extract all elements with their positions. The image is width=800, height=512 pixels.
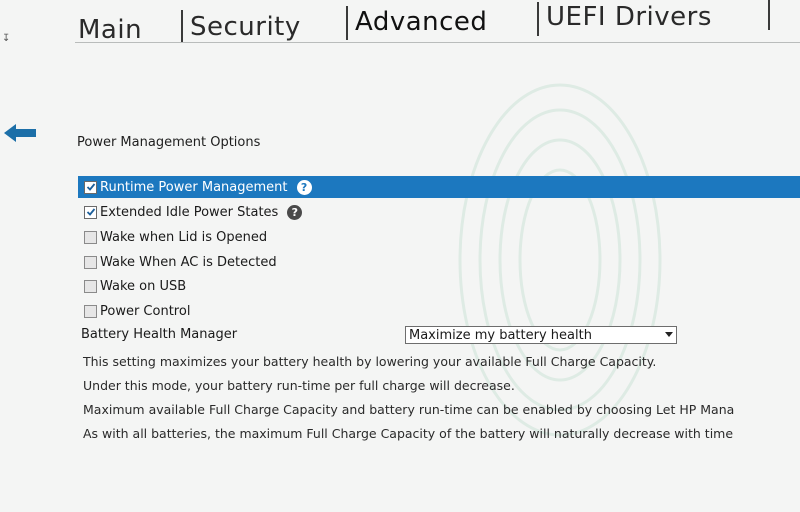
checkbox[interactable] <box>84 180 97 194</box>
option-extended-idle-power-states[interactable]: Extended Idle Power States ? <box>78 201 800 223</box>
edge-mark: ↧ <box>2 33 11 44</box>
option-label: Wake When AC is Detected <box>100 254 277 270</box>
description-line: Under this mode, your battery run-time p… <box>83 378 515 393</box>
tab-underline <box>75 42 800 43</box>
option-label: Wake when Lid is Opened <box>100 229 268 245</box>
option-wake-on-usb[interactable]: Wake on USB <box>78 275 800 297</box>
description-line: As with all batteries, the maximum Full … <box>83 426 734 441</box>
section-title: Power Management Options <box>77 135 261 150</box>
back-button[interactable] <box>2 121 38 145</box>
option-label: Runtime Power Management <box>100 179 288 195</box>
option-label: Wake on USB <box>100 278 187 294</box>
checkbox[interactable] <box>84 279 97 293</box>
checkmark-icon <box>86 183 95 191</box>
checkbox[interactable] <box>84 255 97 269</box>
option-power-control[interactable]: Power Control <box>78 300 800 322</box>
dropdown-value: Maximize my battery health <box>409 327 592 343</box>
checkmark-icon <box>86 208 95 216</box>
option-label: Power Control <box>100 303 191 319</box>
tab-separator <box>346 6 348 40</box>
tab-bar: Main Security Advanced UEFI Drivers <box>0 0 800 50</box>
battery-health-manager-dropdown[interactable]: Maximize my battery health <box>405 326 677 344</box>
option-wake-when-lid-opened[interactable]: Wake when Lid is Opened <box>78 226 800 248</box>
tab-advanced[interactable]: Advanced <box>355 7 487 37</box>
checkbox[interactable] <box>84 230 97 244</box>
tab-security[interactable]: Security <box>190 12 301 42</box>
option-wake-when-ac-detected[interactable]: Wake When AC is Detected <box>78 251 800 273</box>
option-runtime-power-management[interactable]: Runtime Power Management ? <box>78 176 800 198</box>
tab-main[interactable]: Main <box>78 15 142 45</box>
tab-separator <box>768 0 770 30</box>
question-circle-icon[interactable]: ? <box>296 179 312 195</box>
question-circle-icon[interactable]: ? <box>287 204 303 220</box>
battery-health-manager-label: Battery Health Manager <box>81 327 238 342</box>
left-arrow-icon <box>4 124 36 142</box>
checkbox[interactable] <box>84 304 97 318</box>
option-label: Extended Idle Power States <box>100 204 279 220</box>
tab-separator <box>537 2 539 36</box>
tab-separator <box>181 10 183 42</box>
description-line: This setting maximizes your battery heal… <box>83 354 657 369</box>
description-line: Maximum available Full Charge Capacity a… <box>83 402 735 417</box>
chevron-down-icon <box>665 332 673 337</box>
tab-uefi-drivers[interactable]: UEFI Drivers <box>546 2 712 32</box>
checkbox[interactable] <box>84 205 97 219</box>
